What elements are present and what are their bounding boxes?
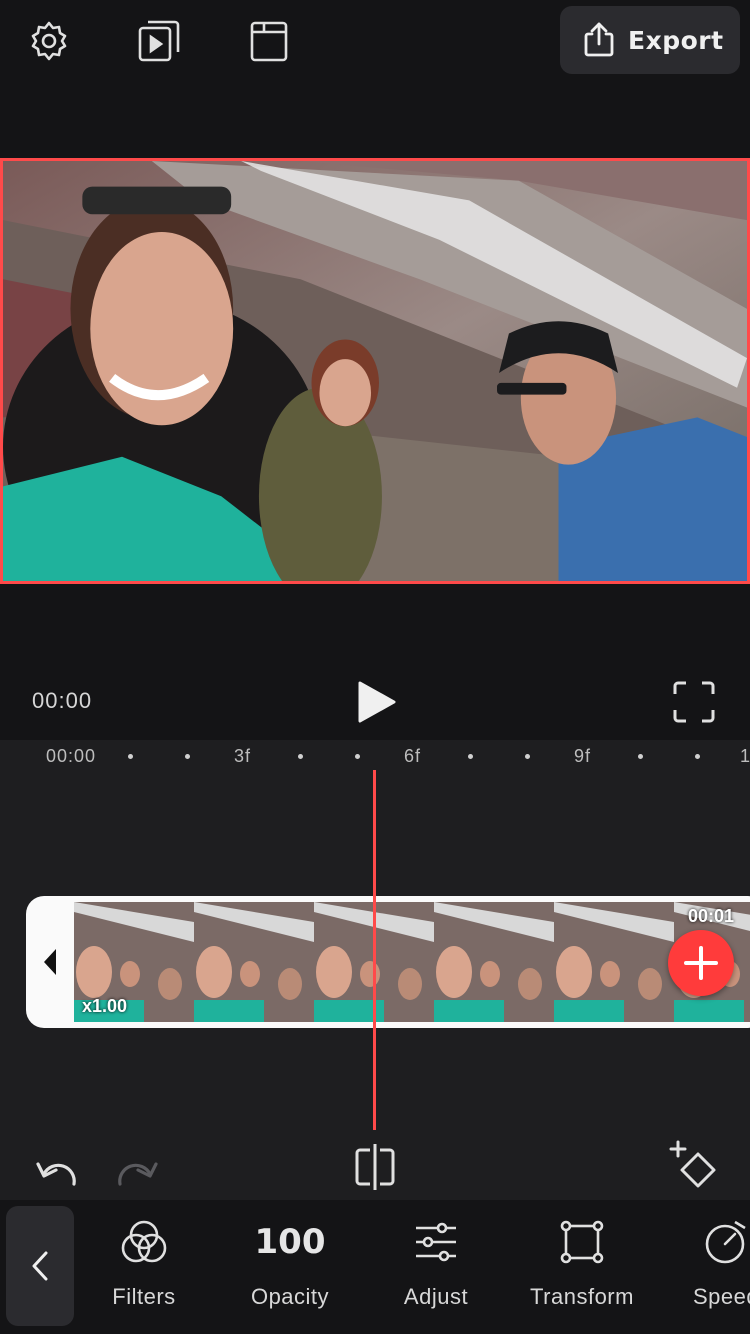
back-button[interactable] bbox=[6, 1206, 74, 1326]
ruler-dot bbox=[355, 754, 360, 759]
tool-speed[interactable]: Speed bbox=[663, 1218, 750, 1318]
clip-duration-label: 00:01 bbox=[688, 906, 735, 926]
plus-icon bbox=[684, 946, 718, 980]
split-button[interactable] bbox=[350, 1142, 400, 1192]
clip-thumbnail bbox=[194, 902, 314, 1022]
opacity-value: 100 bbox=[254, 1222, 326, 1262]
tool-label: Opacity bbox=[250, 1284, 330, 1309]
undo-icon bbox=[36, 1162, 76, 1186]
sliders-icon bbox=[416, 1222, 456, 1262]
tool-label: Filters bbox=[112, 1284, 176, 1309]
export-label: Export bbox=[628, 25, 724, 55]
add-keyframe-button[interactable] bbox=[668, 1140, 722, 1194]
clip-speed-label: x1.00 bbox=[82, 996, 128, 1016]
clip-thumbnail bbox=[434, 902, 554, 1022]
top-bar: Export bbox=[0, 0, 750, 80]
ruler-dot bbox=[695, 754, 700, 759]
clip-thumbnail bbox=[554, 902, 674, 1022]
play-icon bbox=[358, 681, 396, 723]
fullscreen-icon bbox=[673, 681, 715, 723]
redo-button[interactable] bbox=[116, 1150, 160, 1190]
play-button[interactable] bbox=[354, 679, 398, 725]
ruler-label: 00:00 bbox=[46, 746, 97, 766]
fullscreen-button[interactable] bbox=[672, 680, 716, 724]
transform-icon bbox=[560, 1220, 604, 1264]
speed-icon bbox=[705, 1220, 746, 1264]
current-timecode: 00:00 bbox=[32, 688, 93, 713]
ruler-label: 9f bbox=[574, 746, 592, 766]
ruler-dot bbox=[185, 754, 190, 759]
clip-thumbnails bbox=[74, 902, 750, 1022]
ruler-dot bbox=[468, 754, 473, 759]
share-upload-icon bbox=[584, 22, 614, 57]
project-icon[interactable] bbox=[246, 18, 292, 64]
undo-button[interactable] bbox=[34, 1150, 78, 1190]
video-preview[interactable] bbox=[0, 158, 750, 584]
split-icon bbox=[355, 1144, 395, 1190]
playhead[interactable] bbox=[373, 770, 376, 1130]
ruler-dot bbox=[525, 754, 530, 759]
ruler-label: 3f bbox=[234, 746, 252, 766]
ruler-label: 12 bbox=[740, 746, 750, 766]
tool-label: Adjust bbox=[403, 1284, 469, 1309]
video-clip[interactable]: x1.00 bbox=[26, 896, 750, 1028]
add-clip-button[interactable] bbox=[668, 930, 734, 996]
tool-opacity[interactable]: 100 Opacity bbox=[225, 1218, 355, 1318]
tool-adjust[interactable]: Adjust bbox=[371, 1218, 501, 1318]
redo-icon bbox=[118, 1162, 158, 1186]
chevron-left-icon bbox=[32, 1251, 48, 1281]
tool-label: Transform bbox=[530, 1284, 634, 1309]
tool-label: Speed bbox=[693, 1284, 750, 1309]
preview-play-icon[interactable] bbox=[136, 18, 182, 64]
filters-icon bbox=[121, 1220, 167, 1263]
preview-photo bbox=[3, 161, 747, 581]
export-button[interactable]: Export bbox=[560, 6, 740, 74]
ruler-dot bbox=[298, 754, 303, 759]
tool-transform[interactable]: Transform bbox=[517, 1218, 647, 1318]
keyframe-icon bbox=[669, 1140, 716, 1188]
chevron-left-icon bbox=[44, 949, 56, 975]
ruler-dot bbox=[638, 754, 643, 759]
bottom-toolbar: Filters 100 Opacity Adjust Transform Spe… bbox=[0, 1200, 750, 1334]
ruler-label: 6f bbox=[404, 746, 422, 766]
ruler-dot bbox=[128, 754, 133, 759]
gear-icon[interactable] bbox=[26, 18, 72, 64]
tool-filters[interactable]: Filters bbox=[79, 1218, 209, 1318]
clip-trim-handle[interactable] bbox=[26, 896, 74, 1028]
